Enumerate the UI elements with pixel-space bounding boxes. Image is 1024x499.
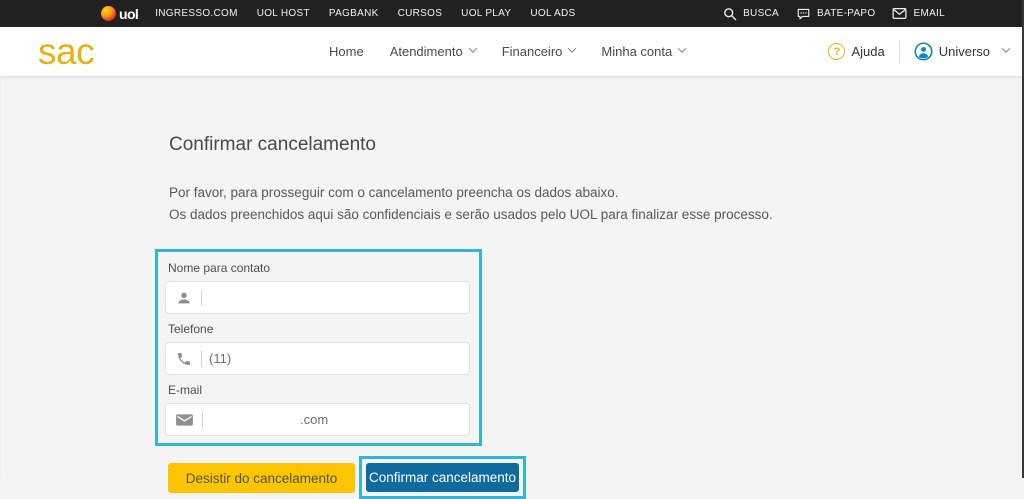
- nav-atendimento[interactable]: Atendimento: [389, 44, 477, 59]
- email-input[interactable]: .com: [165, 403, 470, 436]
- question-mark-icon: ?: [828, 43, 846, 60]
- topbar-bate-papo[interactable]: BATE-PAPO: [796, 7, 875, 21]
- help-link[interactable]: ? Ajuda: [828, 43, 885, 60]
- phone-icon: [178, 352, 190, 365]
- desistir-cancelamento-button[interactable]: Desistir do cancelamento: [168, 463, 355, 493]
- uol-logo-text: uol: [119, 5, 139, 22]
- input-cursor: [201, 289, 202, 306]
- topbar-link-uol-host[interactable]: UOL HOST: [257, 8, 310, 19]
- nav-minha-conta-label: Minha conta: [601, 44, 673, 59]
- topbar-link-pagbank[interactable]: PAGBANK: [329, 8, 379, 19]
- topbar-link-cursos[interactable]: CURSOS: [398, 8, 443, 19]
- telefone-label: Telefone: [168, 322, 214, 336]
- intro-text-line2: Os dados preenchidos aqui são confidenci…: [169, 207, 773, 222]
- envelope-icon: [893, 8, 907, 19]
- telefone-input[interactable]: (11): [165, 342, 470, 375]
- account-menu[interactable]: Universo: [914, 42, 1011, 61]
- nome-label: Nome para contato: [168, 261, 271, 275]
- input-cursor: [201, 350, 202, 367]
- email-label: E-mail: [168, 383, 203, 397]
- topbar-links: INGRESSO.COM UOL HOST PAGBANK CURSOS UOL…: [155, 8, 575, 19]
- main-content: Confirmar cancelamento Por favor, para p…: [0, 77, 1024, 499]
- page-title: Confirmar cancelamento: [169, 134, 376, 155]
- sac-logo[interactable]: sac: [38, 31, 95, 73]
- topbar-link-uol-play[interactable]: UOL PLAY: [461, 8, 511, 19]
- vertical-divider: [898, 40, 900, 63]
- sac-nav: Home Atendimento Financeiro Minha conta: [329, 27, 687, 76]
- search-icon: [724, 7, 737, 20]
- person-icon: [178, 292, 190, 303]
- uol-topbar: uol INGRESSO.COM UOL HOST PAGBANK CURSOS…: [0, 0, 1024, 27]
- browser-viewport: uol INGRESSO.COM UOL HOST PAGBANK CURSOS…: [0, 0, 1024, 499]
- nav-financeiro[interactable]: Financeiro: [501, 44, 577, 59]
- content-inner: Confirmar cancelamento Por favor, para p…: [0, 77, 1024, 499]
- nav-minha-conta[interactable]: Minha conta: [601, 44, 687, 59]
- help-label: Ajuda: [851, 44, 885, 59]
- sac-header-right: ? Ajuda Universo: [828, 27, 1011, 76]
- chevron-down-icon: [468, 44, 477, 53]
- envelope-icon: [176, 413, 193, 426]
- telefone-value: (11): [209, 351, 232, 366]
- topbar-actions: BUSCA BATE-PAPO EMAIL: [723, 7, 945, 21]
- topbar-email[interactable]: EMAIL: [892, 7, 945, 20]
- email-value: .com: [300, 412, 329, 427]
- topbar-left: uol INGRESSO.COM UOL HOST PAGBANK CURSOS…: [101, 6, 575, 22]
- form-field-nome: Nome para contato: [165, 261, 470, 314]
- chevron-down-icon: [568, 44, 577, 53]
- account-label: Universo: [938, 44, 990, 59]
- form-field-email: E-mail .com: [165, 383, 470, 436]
- topbar-busca-label: BUSCA: [743, 8, 780, 19]
- topbar-email-label: EMAIL: [913, 8, 945, 19]
- form-field-telefone: Telefone (11): [165, 322, 470, 375]
- sac-header: sac Home Atendimento Financeiro Minha co…: [0, 27, 1024, 77]
- intro-text-line1: Por favor, para prosseguir com o cancela…: [169, 185, 619, 200]
- topbar-link-uol-ads[interactable]: UOL ADS: [530, 8, 575, 19]
- cancellation-form-highlight: Nome para contato Telefone (11) E-mail .…: [155, 249, 482, 446]
- nav-home[interactable]: Home: [329, 44, 364, 59]
- topbar-link-ingresso[interactable]: INGRESSO.COM: [155, 8, 238, 19]
- nav-financeiro-label: Financeiro: [501, 44, 563, 59]
- uol-logo[interactable]: uol: [101, 5, 139, 22]
- nav-home-label: Home: [329, 44, 364, 59]
- topbar-busca[interactable]: BUSCA: [723, 7, 779, 21]
- input-cursor: [202, 411, 203, 428]
- chat-bubble-icon: [797, 8, 810, 19]
- topbar-bate-papo-label: BATE-PAPO: [817, 8, 876, 19]
- nav-atendimento-label: Atendimento: [389, 44, 463, 59]
- uol-logo-ball-icon: [101, 6, 116, 21]
- chevron-down-icon: [1001, 44, 1011, 53]
- chevron-down-icon: [677, 44, 687, 53]
- user-circle-icon: [914, 42, 933, 61]
- nome-input[interactable]: [165, 281, 470, 314]
